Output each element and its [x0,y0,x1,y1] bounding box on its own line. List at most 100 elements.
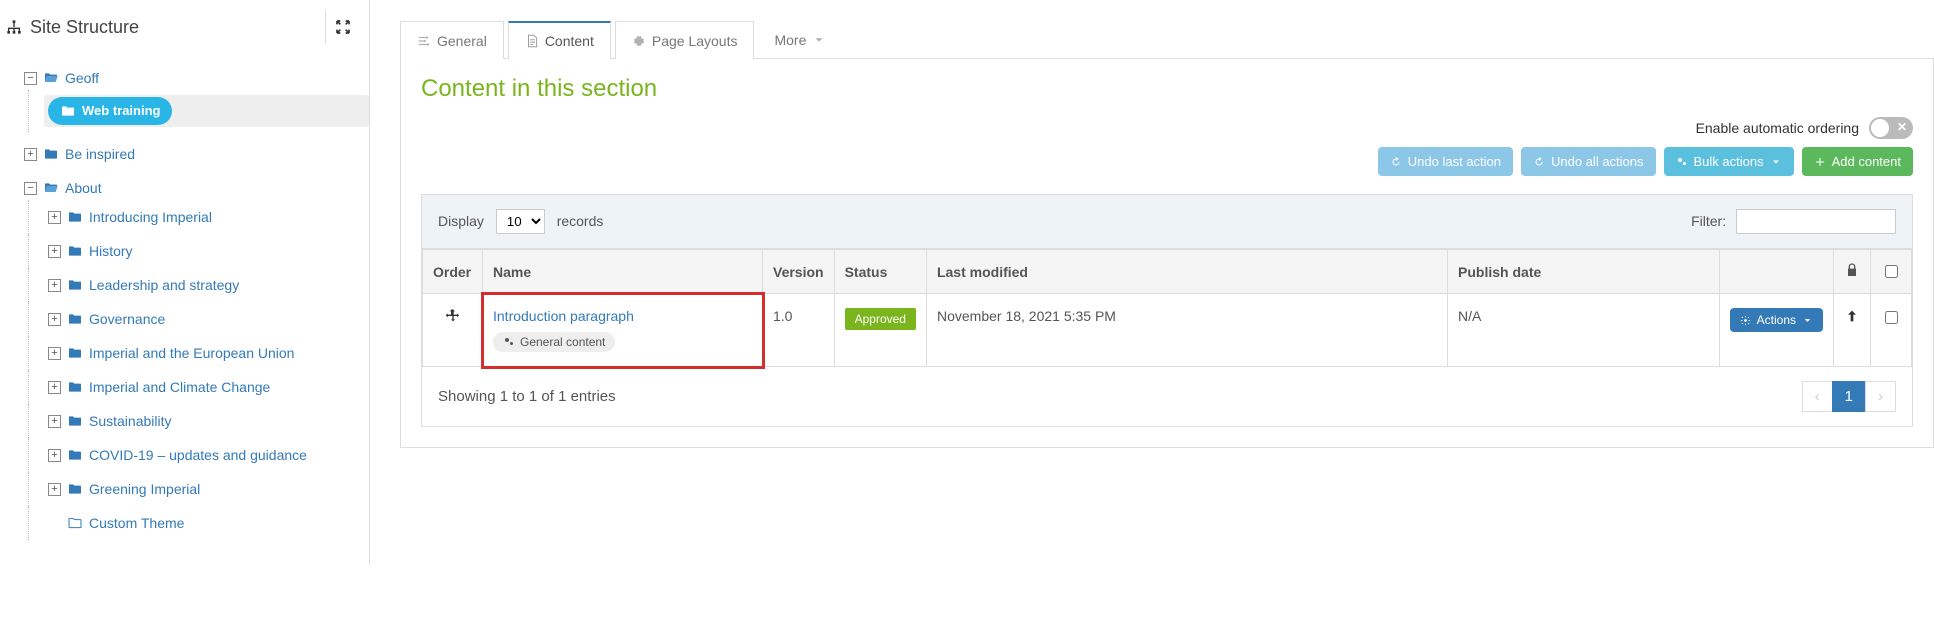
col-publish-date: Publish date [1448,250,1720,294]
col-status: Status [834,250,926,294]
tree-toggle[interactable]: + [48,381,61,394]
tab-label: More [774,32,806,48]
row-actions-button[interactable]: Actions [1730,308,1823,332]
tree-toggle[interactable]: + [48,449,61,462]
plus-icon [1814,156,1826,168]
pager-next[interactable]: › [1865,381,1896,412]
folder-icon [67,447,83,463]
sidebar-title: Site Structure [6,17,139,38]
tree-node[interactable]: Custom Theme [89,513,184,533]
tree-node[interactable]: Leadership and strategy [89,275,239,295]
main-area: General Content Page Layouts More Conten… [370,0,1934,565]
actions-label: Actions [1757,313,1796,327]
tree-toggle[interactable]: + [24,148,37,161]
tab-content[interactable]: Content [508,21,611,59]
tree-node[interactable]: History [89,241,133,261]
records-per-page-select[interactable]: 10 [496,209,545,234]
folder-icon [67,277,83,293]
tree-node[interactable]: Imperial and Climate Change [89,377,270,397]
tree-node-be-inspired[interactable]: Be inspired [65,144,135,164]
col-name: Name [483,250,763,294]
bulk-actions-button[interactable]: Bulk actions [1664,147,1794,176]
publish-date-cell: N/A [1448,294,1720,367]
tab-label: General [437,33,487,49]
tab-general[interactable]: General [400,21,504,59]
display-label-pre: Display [438,213,484,229]
tree-toggle[interactable]: − [24,182,37,195]
undo-last-button[interactable]: Undo last action [1378,147,1513,176]
tree-toggle[interactable]: + [48,483,61,496]
close-icon: ✕ [1897,120,1907,134]
pagination: ‹ 1 › [1803,381,1896,412]
add-content-button[interactable]: Add content [1802,147,1913,176]
content-name-link[interactable]: Introduction paragraph [493,308,634,324]
filter-label: Filter: [1691,213,1726,229]
tab-more[interactable]: More [758,21,842,59]
tree-node-geoff[interactable]: Geoff [65,68,99,88]
tree-toggle[interactable]: + [48,415,61,428]
row-select-checkbox[interactable] [1885,311,1898,324]
undo-icon [1390,156,1402,168]
folder-icon [67,209,83,225]
move-handle-icon[interactable] [445,308,461,324]
col-last-modified: Last modified [926,250,1447,294]
expand-icon [335,19,351,35]
undo-icon [1533,156,1545,168]
content-panel: Content in this section Enable automatic… [400,59,1934,448]
tab-bar: General Content Page Layouts More [400,20,1934,59]
sidebar-title-text: Site Structure [30,17,139,38]
folder-open-icon [43,70,59,86]
chevron-down-icon [1802,315,1813,326]
gears-icon [503,336,515,348]
sidebar: Site Structure − Geoff [0,0,370,565]
tree-node-about[interactable]: About [65,178,102,198]
display-label-post: records [557,213,604,229]
pager-page[interactable]: 1 [1832,381,1866,412]
tab-page-layouts[interactable]: Page Layouts [615,21,755,59]
button-label: Bulk actions [1694,154,1764,169]
last-modified-cell: November 18, 2021 5:35 PM [926,294,1447,367]
folder-open-icon [43,180,59,196]
tree-node-web-training[interactable]: Web training [48,97,172,125]
tree-node[interactable]: Introducing Imperial [89,207,212,227]
col-lock [1834,250,1871,294]
auto-order-toggle[interactable]: ✕ [1869,117,1913,139]
tree-node[interactable]: Greening Imperial [89,479,200,499]
gear-icon [1740,315,1751,326]
folder-icon [67,379,83,395]
tree-toggle[interactable]: + [48,211,61,224]
button-label: Add content [1832,154,1901,169]
folder-icon [67,311,83,327]
tree-node[interactable]: Imperial and the European Union [89,343,294,363]
panel-title: Content in this section [421,75,1913,103]
folder-icon [67,481,83,497]
site-tree: − Geoff [0,55,369,565]
version-cell: 1.0 [763,294,835,367]
content-table: Display 10 records Filter: Order [421,194,1913,427]
select-all-checkbox[interactable] [1885,265,1898,278]
tree-toggle[interactable]: + [48,279,61,292]
folder-icon [43,146,59,162]
expand-all-button[interactable] [325,10,359,44]
tree-node[interactable]: COVID-19 – updates and guidance [89,445,307,465]
col-actions [1719,250,1833,294]
content-type-tag: General content [493,332,615,352]
undo-all-button[interactable]: Undo all actions [1521,147,1656,176]
table-row: Introduction paragraph General content 1… [423,294,1912,367]
button-label: Undo all actions [1551,154,1644,169]
tree-toggle[interactable]: + [48,313,61,326]
tree-toggle[interactable]: + [48,245,61,258]
arrow-up-icon[interactable] [1844,308,1860,324]
tab-label: Page Layouts [652,33,738,49]
tab-label: Content [545,33,594,49]
pager-prev[interactable]: ‹ [1802,381,1833,412]
folder-icon [67,345,83,361]
folder-icon [60,103,76,119]
sitemap-icon [6,19,30,35]
tree-node[interactable]: Sustainability [89,411,172,431]
tree-toggle[interactable]: − [24,72,37,85]
filter-input[interactable] [1736,209,1896,234]
chevron-down-icon [812,33,826,47]
tree-node[interactable]: Governance [89,309,165,329]
tree-toggle[interactable]: + [48,347,61,360]
